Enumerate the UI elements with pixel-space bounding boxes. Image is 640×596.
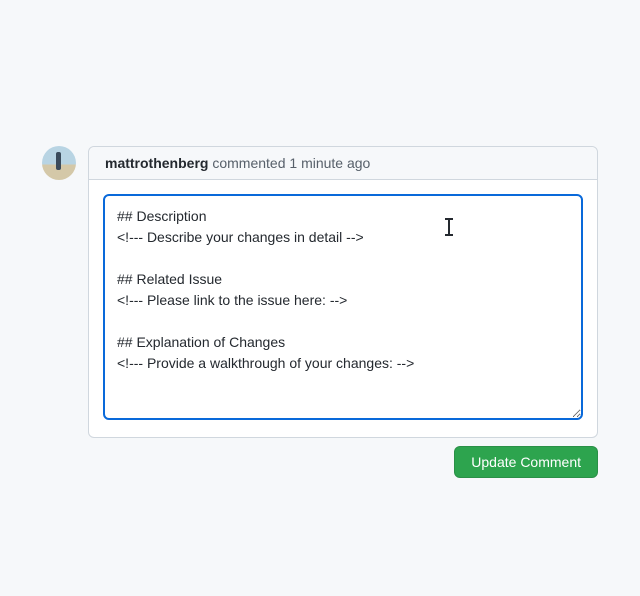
comment-author[interactable]: mattrothenberg [105,155,208,171]
comment-editor-textarea[interactable] [103,194,583,420]
comment-timestamp[interactable]: 1 minute ago [289,155,370,171]
comment-body [89,180,597,437]
comment-box: mattrothenberg commented 1 minute ago [88,146,598,438]
comment-container: mattrothenberg commented 1 minute ago Up… [42,146,598,478]
comment-actions: Update Comment [88,446,598,478]
comment-action: commented [212,155,285,171]
avatar[interactable] [42,146,76,180]
comment-header: mattrothenberg commented 1 minute ago [89,147,597,180]
update-comment-button[interactable]: Update Comment [454,446,598,478]
